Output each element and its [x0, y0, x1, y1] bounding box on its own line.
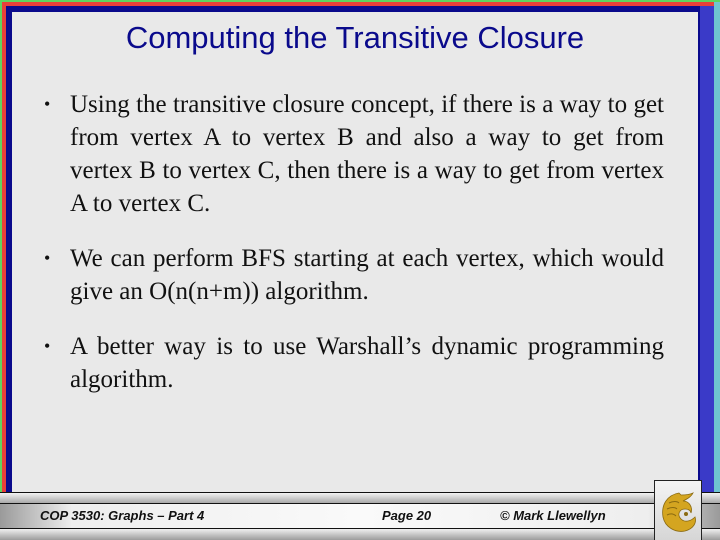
- slide-title: Computing the Transitive Closure: [125, 20, 585, 55]
- bullet-item: • Using the transitive closure concept, …: [32, 88, 664, 220]
- footer-course: COP 3530: Graphs – Part 4: [40, 508, 205, 523]
- logo-box: [654, 480, 702, 540]
- frame-right-blue: [700, 6, 708, 540]
- footer-bottom-strip: [0, 529, 720, 540]
- bullet-item: • We can perform BFS starting at each ve…: [32, 242, 664, 308]
- bullet-text: Using the transitive closure concept, if…: [70, 91, 664, 217]
- footer-top-strip: [0, 492, 720, 504]
- bullet-text: A better way is to use Warshall’s dynami…: [70, 333, 664, 393]
- bullet-marker: •: [44, 248, 51, 268]
- pegasus-logo-icon: [662, 492, 696, 532]
- footer-bar: COP 3530: Graphs – Part 4 Page 20 © Mark…: [0, 492, 720, 540]
- bullet-marker: •: [44, 336, 51, 356]
- bullet-list: • Using the transitive closure concept, …: [32, 88, 664, 418]
- footer-page-number: Page 20: [382, 508, 432, 523]
- bullet-item: • A better way is to use Warshall’s dyna…: [32, 330, 664, 396]
- bullet-marker: •: [44, 94, 51, 114]
- bullet-text: We can perform BFS starting at each vert…: [70, 245, 664, 305]
- frame-right-cyan: [714, 2, 720, 540]
- footer-copyright: © Mark Llewellyn: [500, 508, 606, 523]
